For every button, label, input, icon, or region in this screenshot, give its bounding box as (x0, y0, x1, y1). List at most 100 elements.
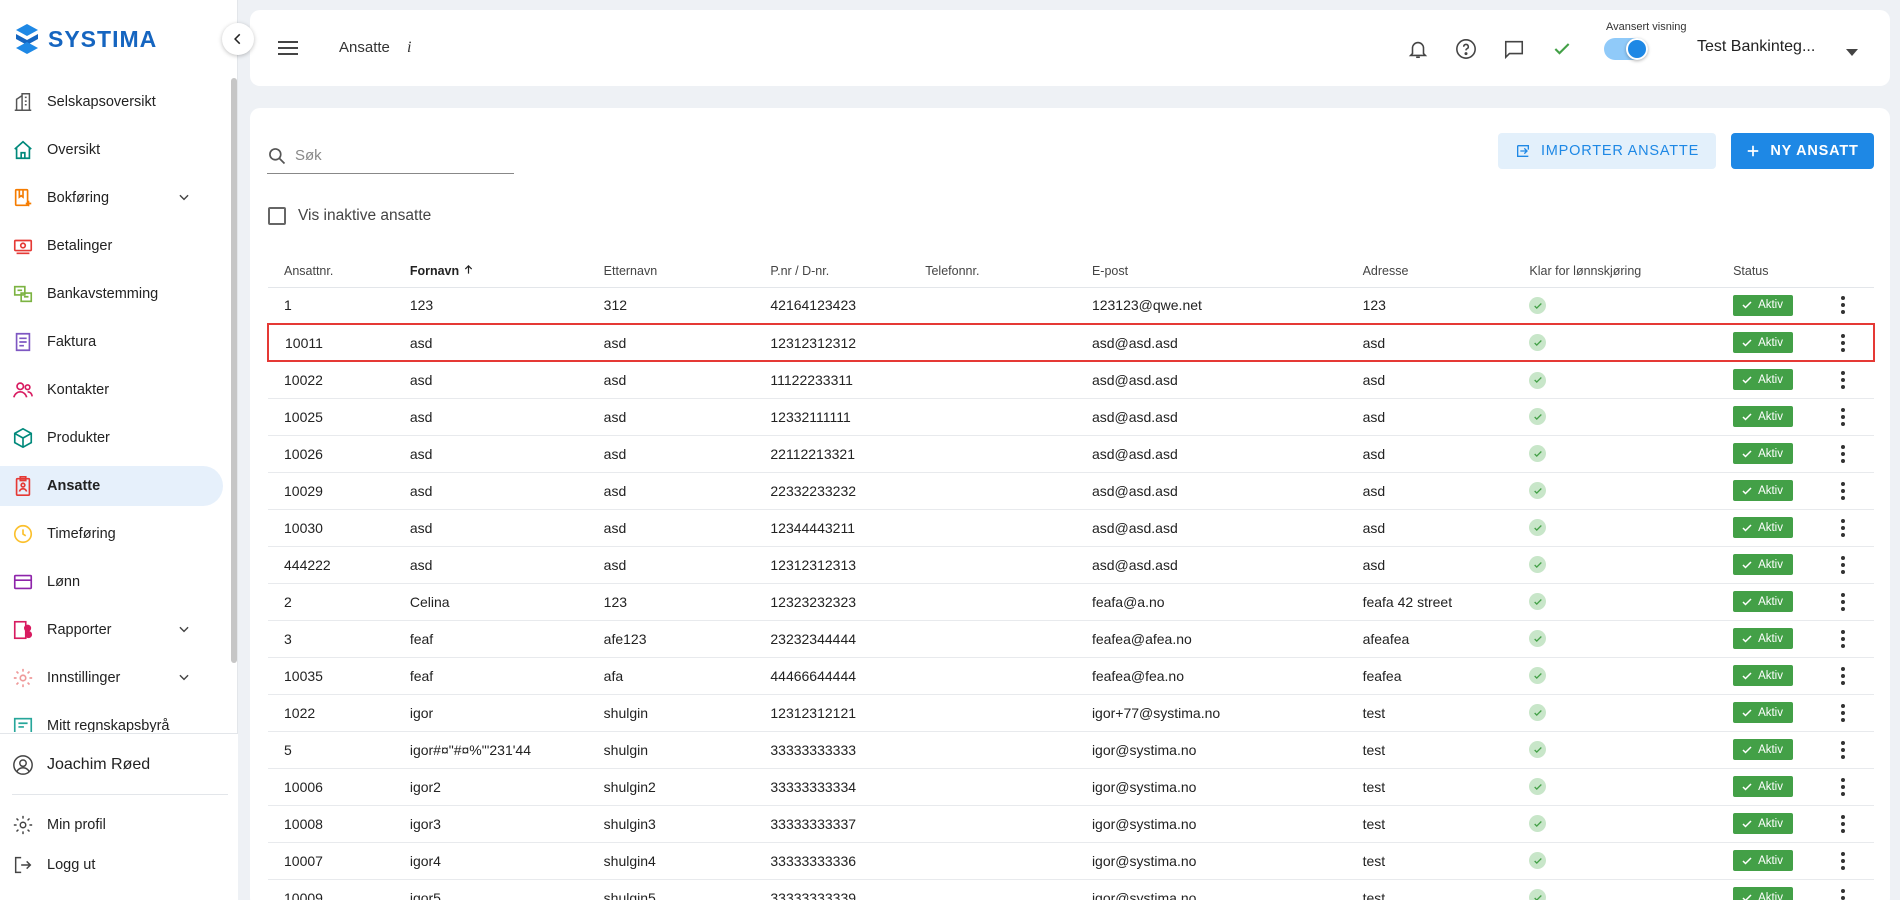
company-dropdown-button[interactable] (1846, 44, 1858, 60)
table-row[interactable]: 10022 asd asd 11122233311 asd@asd.asd asd Akti… (268, 361, 1874, 399)
status-badge[interactable]: Aktiv (1733, 332, 1793, 353)
table-row[interactable]: 2 Celina 123 12323232323 feafa@a.no feafa 42 … (268, 583, 1874, 621)
new-employee-button[interactable]: NY ANSATT (1731, 133, 1874, 169)
my-profile-link[interactable]: Min profil (12, 814, 106, 836)
column-header[interactable]: E-post (1075, 255, 1347, 288)
column-header[interactable]: Fornavn (393, 255, 588, 288)
search-input[interactable] (295, 147, 495, 164)
more-options-icon[interactable] (1833, 481, 1853, 500)
advanced-view-toggle[interactable] (1604, 38, 1648, 60)
sidebar-item-company-building[interactable]: Selskapsoversikt (0, 82, 223, 122)
table-row[interactable]: 1022 igor shulgin 12312312121 igor+77@systim… (268, 694, 1874, 732)
status-badge[interactable]: Aktiv (1733, 702, 1793, 723)
more-options-icon[interactable] (1833, 592, 1853, 611)
status-badge[interactable]: Aktiv (1733, 517, 1793, 538)
more-options-icon[interactable] (1833, 703, 1853, 722)
sidebar-item-reports[interactable]: Rapporter (0, 610, 223, 650)
status-badge[interactable]: Aktiv (1733, 739, 1793, 760)
chevron-down-icon[interactable] (177, 190, 191, 207)
user-menu[interactable]: Joachim Røed (12, 754, 150, 776)
table-row[interactable]: 3 feaf afe123 23232344444 feafea@afea.no afea… (268, 620, 1874, 658)
column-header[interactable]: Adresse (1346, 255, 1514, 288)
chevron-down-icon[interactable] (177, 622, 191, 639)
sidebar-item-settings-gear[interactable]: Innstillinger (0, 658, 223, 698)
table-row[interactable]: 444222 asd asd 12312312313 asd@asd.asd asd Akt… (268, 546, 1874, 584)
table-row[interactable]: 10011 asd asd 12312312312 asd@asd.asd asd Akti… (267, 323, 1876, 362)
more-options-icon[interactable] (1833, 333, 1853, 352)
sidebar-item-payments[interactable]: Betalinger (0, 226, 223, 266)
company-selector[interactable]: Test Bankinteg... (1697, 38, 1815, 56)
status-badge[interactable]: Aktiv (1733, 887, 1793, 900)
table-row[interactable]: 10030 asd asd 12344443211 asd@asd.asd asd Akti… (268, 509, 1874, 547)
status-badge[interactable]: Aktiv (1733, 850, 1793, 871)
table-row[interactable]: 10026 asd asd 22112213321 asd@asd.asd asd Akti… (268, 435, 1874, 473)
sidebar-item-home[interactable]: Oversikt (0, 130, 223, 170)
status-badge[interactable]: Aktiv (1733, 480, 1793, 501)
sidebar-item-accounting-firm[interactable]: Mitt regnskapsbyrå (0, 706, 223, 732)
more-options-icon[interactable] (1833, 851, 1853, 870)
status-badge[interactable]: Aktiv (1733, 665, 1793, 686)
help-button[interactable] (1453, 36, 1479, 62)
table-row[interactable]: 10029 asd asd 22332233232 asd@asd.asd asd Akti… (268, 472, 1874, 510)
sidebar-scrollbar[interactable] (231, 78, 237, 663)
info-icon[interactable]: i (407, 39, 411, 57)
status-badge[interactable]: Aktiv (1733, 591, 1793, 612)
import-employees-button[interactable]: IMPORTER ANSATTE (1498, 133, 1716, 169)
column-header[interactable]: P.nr / D-nr. (754, 255, 910, 288)
more-options-icon[interactable] (1833, 296, 1853, 315)
sidebar-item-bank-reconciliation[interactable]: Bankavstemming (0, 274, 223, 314)
table-row[interactable]: 10035 feaf afa 44466644444 feafea@fea.no feaf… (268, 657, 1874, 695)
logout-link[interactable]: Logg ut (12, 854, 95, 876)
table-row[interactable]: 10007 igor4 shulgin4 33333333336 igor@systim… (268, 842, 1874, 880)
status-badge[interactable]: Aktiv (1733, 628, 1793, 649)
checkbox-box[interactable] (268, 207, 286, 225)
chat-button[interactable] (1501, 36, 1527, 62)
more-options-icon[interactable] (1833, 518, 1853, 537)
sidebar-item-clock[interactable]: Timeføring (0, 514, 223, 554)
table-row[interactable]: 10008 igor3 shulgin3 33333333337 igor@systim… (268, 805, 1874, 843)
sidebar-item-products[interactable]: Produkter (0, 418, 223, 458)
sidebar-item-employees[interactable]: Ansatte (0, 466, 223, 506)
table-row[interactable]: 5 igor#¤"#¤%"'231'44 shulgin 33333333333 igo… (268, 731, 1874, 769)
show-inactive-checkbox[interactable]: Vis inaktive ansatte (268, 207, 431, 225)
sidebar-item-invoice[interactable]: Faktura (0, 322, 223, 362)
collapse-sidebar-button[interactable] (222, 23, 254, 55)
table-cell: feafea@afea.no (1075, 620, 1347, 658)
menu-button[interactable] (278, 39, 298, 60)
table-row[interactable]: 10025 asd asd 12332111111 asd@asd.asd asd Akti… (268, 398, 1874, 436)
column-header[interactable]: Ansattnr. (268, 255, 394, 288)
notifications-button[interactable] (1405, 36, 1431, 62)
status-badge[interactable]: Aktiv (1733, 369, 1793, 391)
more-options-icon[interactable] (1833, 370, 1853, 389)
table-row[interactable]: 1 123 312 42164123423 123123@qwe.net 123 Aktiv (268, 287, 1874, 325)
table-row[interactable]: 10009 igor5 shulgin5 33333333339 igor@systim… (268, 879, 1874, 900)
table-row[interactable]: 10006 igor2 shulgin2 33333333334 igor@systim… (268, 768, 1874, 806)
column-header[interactable]: Etternavn (587, 255, 755, 288)
status-badge[interactable]: Aktiv (1733, 776, 1793, 797)
more-options-icon[interactable] (1833, 407, 1853, 426)
sidebar-item-bookkeeping[interactable]: Bokføring (0, 178, 223, 218)
status-badge[interactable]: Aktiv (1733, 406, 1793, 427)
more-options-icon[interactable] (1833, 666, 1853, 685)
column-header[interactable]: Klar for lønnskjøring (1513, 255, 1718, 288)
more-options-icon[interactable] (1833, 740, 1853, 759)
sidebar-item-payroll-card[interactable]: Lønn (0, 562, 223, 602)
more-options-icon[interactable] (1833, 444, 1853, 463)
search-field[interactable] (267, 138, 514, 174)
more-options-icon[interactable] (1833, 777, 1853, 796)
more-options-icon[interactable] (1833, 629, 1853, 648)
column-header[interactable]: Status (1717, 255, 1817, 288)
more-options-icon[interactable] (1833, 555, 1853, 574)
more-options-icon[interactable] (1833, 814, 1853, 833)
status-badge[interactable]: Aktiv (1733, 554, 1793, 575)
more-options-icon[interactable] (1833, 888, 1853, 900)
status-badge[interactable]: Aktiv (1733, 294, 1793, 316)
column-header[interactable]: Telefonnr. (909, 255, 1076, 288)
chevron-down-icon[interactable] (177, 670, 191, 687)
status-badge[interactable]: Aktiv (1733, 813, 1793, 834)
check-circle-icon (1529, 334, 1547, 352)
logo[interactable]: SYSTIMA (14, 22, 157, 56)
sync-status-button[interactable] (1549, 36, 1575, 62)
sidebar-item-contacts[interactable]: Kontakter (0, 370, 223, 410)
status-badge[interactable]: Aktiv (1733, 443, 1793, 464)
